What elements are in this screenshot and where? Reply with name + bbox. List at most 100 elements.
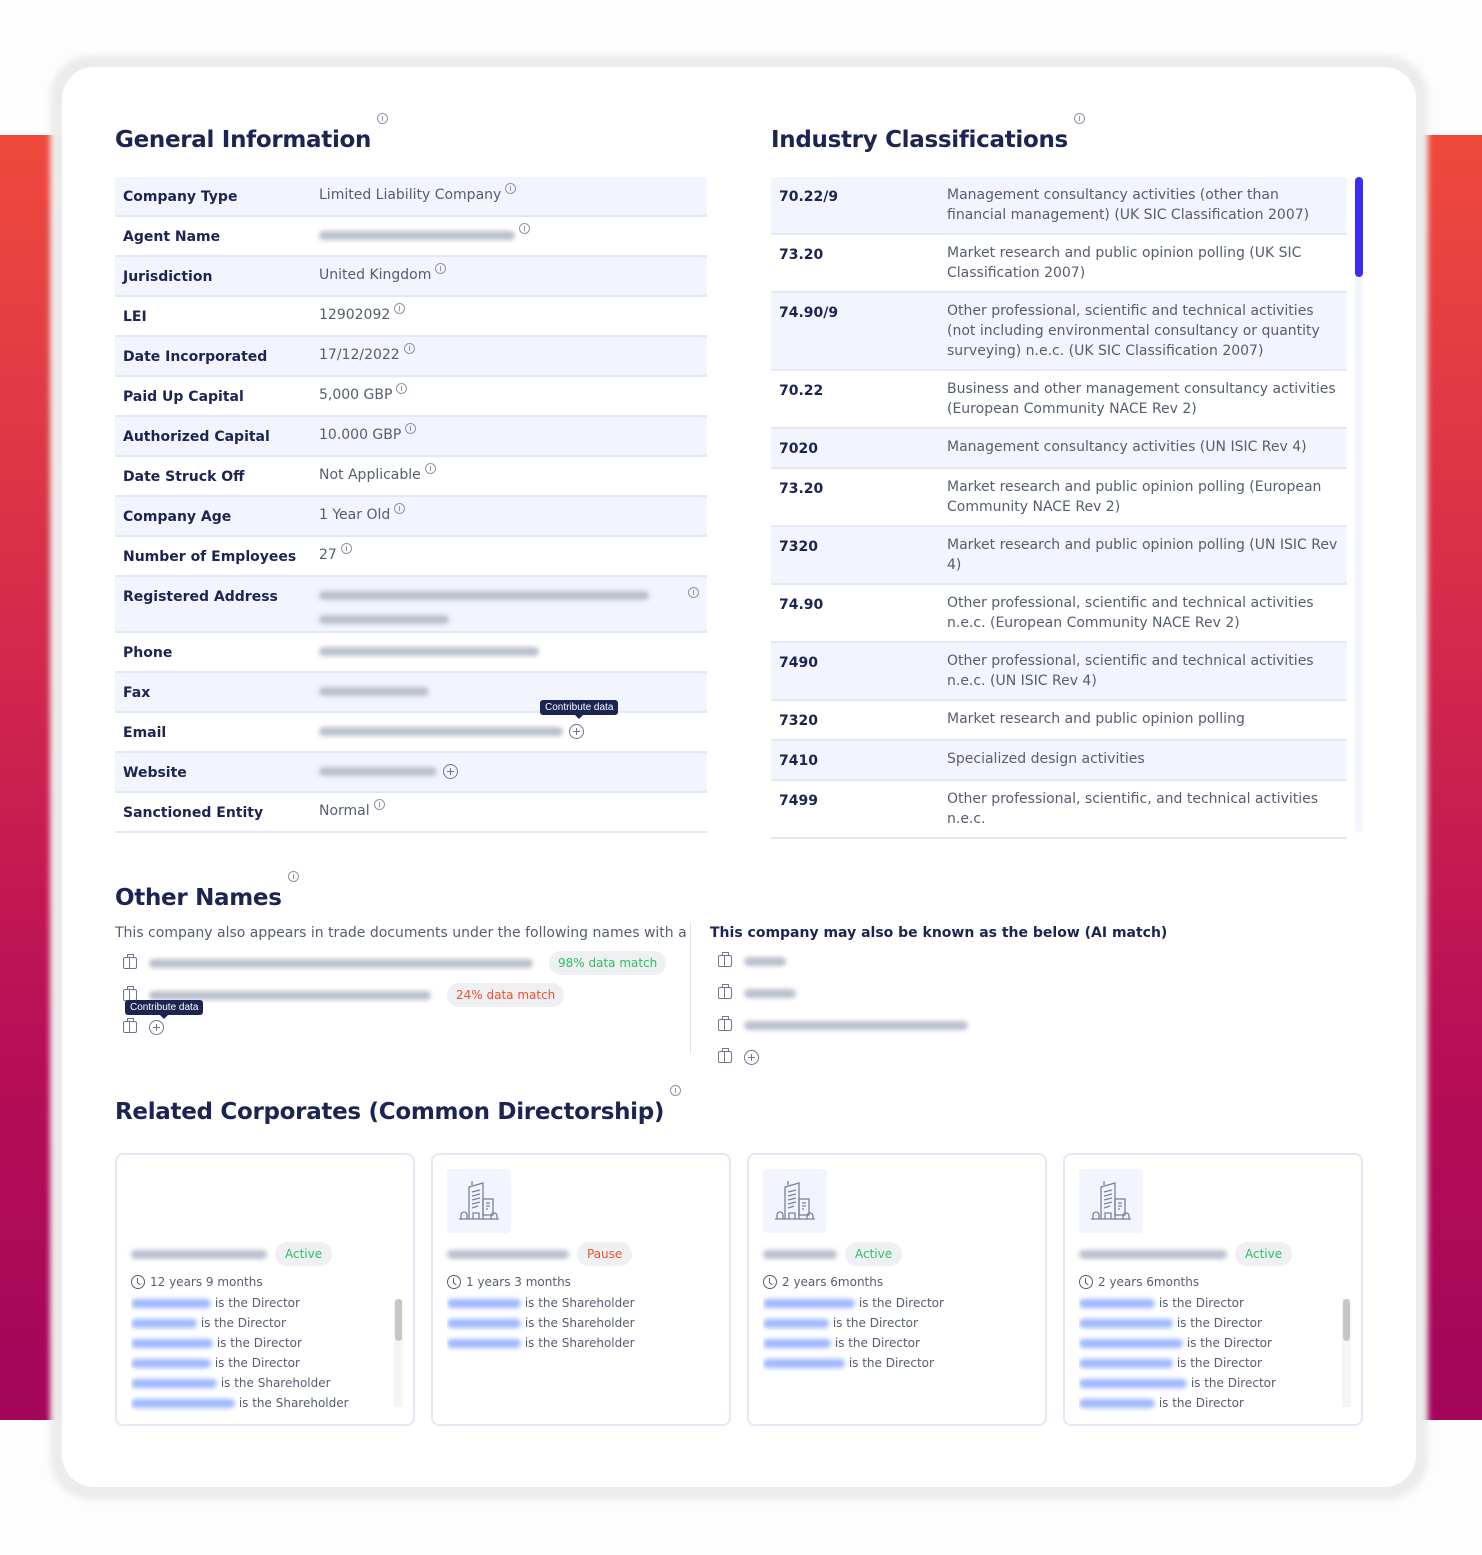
value-text: 1 Year Old — [319, 507, 391, 523]
info-icon[interactable] — [688, 587, 699, 598]
row-label: Date Incorporated — [123, 349, 268, 365]
info-icon[interactable] — [424, 463, 436, 474]
classification-row: 70.22/9 Management consultancy activities… — [771, 177, 1347, 235]
related-corporates-list: Active 12 years 9 months is the Director … — [115, 1153, 1363, 1426]
divider — [690, 922, 691, 1054]
classification-row: 74.90 Other professional, scientific and … — [771, 585, 1347, 643]
info-icon[interactable] — [373, 799, 385, 810]
status-badge: Active — [845, 1242, 903, 1266]
contribute-data-button[interactable] — [149, 1019, 164, 1035]
trade-names-list: 98% data match 24% data match Contribute d… — [115, 947, 675, 1043]
info-icon[interactable] — [287, 871, 299, 882]
industry-heading: Industry Classifications — [771, 113, 1085, 153]
classification-description: Management consultancy activities (UN IS… — [947, 439, 1307, 455]
value-text: Normal — [319, 803, 370, 819]
people-scrollbar[interactable] — [394, 1299, 403, 1407]
classification-description: Market research and public opinion polli… — [947, 711, 1245, 727]
contribute-data-button[interactable] — [443, 763, 458, 779]
redacted-text — [319, 686, 429, 696]
redacted-text — [744, 988, 796, 998]
redacted-text — [131, 1379, 217, 1388]
row-label: Website — [123, 765, 187, 781]
person-item: is the Director — [763, 1333, 1031, 1353]
info-icon[interactable] — [405, 423, 417, 434]
people-list: is the Shareholder is the Shareholder is… — [447, 1293, 715, 1413]
person-item: is the Shareholder — [447, 1313, 715, 1333]
redacted-text — [1079, 1379, 1187, 1388]
value-text: United Kingdom — [319, 267, 432, 283]
value-text: 27 — [319, 547, 337, 563]
classification-description: Market research and public opinion polli… — [947, 537, 1338, 573]
contribute-data-button[interactable] — [744, 1049, 759, 1065]
info-icon[interactable] — [519, 223, 530, 234]
info-icon[interactable] — [396, 383, 408, 394]
classification-code: 73.20 — [779, 481, 824, 497]
trade-name-item: 98% data match — [115, 947, 675, 979]
person-role: is the Director — [831, 1336, 920, 1350]
classification-code: 73.20 — [779, 247, 824, 263]
value-text: 12902092 — [319, 307, 391, 323]
info-row: Agent Name — [115, 217, 707, 257]
briefcase-icon — [123, 1018, 137, 1033]
scrollbar-thumb[interactable] — [395, 1299, 402, 1341]
people-scrollbar[interactable] — [1342, 1299, 1351, 1407]
info-row: Sanctioned Entity Normal — [115, 793, 707, 833]
contribute-data-button[interactable] — [569, 723, 584, 739]
redacted-text — [131, 1249, 267, 1259]
row-label: Paid Up Capital — [123, 389, 244, 405]
other-names-heading: Other Names — [115, 871, 299, 911]
classification-code: 7020 — [779, 441, 818, 457]
person-role: is the Director — [213, 1336, 302, 1350]
corporate-header: Pause — [447, 1241, 715, 1267]
redacted-text — [319, 726, 563, 736]
classification-row: 7320 Market research and public opinion p… — [771, 527, 1347, 585]
person-item: is the Shareholder — [131, 1373, 399, 1393]
corporate-age: 2 years 6months — [763, 1275, 1031, 1289]
person-role: is the Director — [1187, 1376, 1276, 1390]
clock-icon — [131, 1275, 145, 1289]
info-icon[interactable] — [394, 303, 406, 314]
info-icon[interactable] — [670, 1085, 682, 1096]
clock-icon — [447, 1275, 461, 1289]
related-corporate-card[interactable]: Active 2 years 6months is the Director is… — [747, 1153, 1047, 1426]
scrollbar-thumb[interactable] — [1343, 1299, 1350, 1341]
info-icon[interactable] — [1073, 113, 1085, 124]
info-row: LEI 12902092 — [115, 297, 707, 337]
industry-scrollbar[interactable] — [1355, 177, 1363, 833]
clock-icon — [763, 1275, 777, 1289]
info-icon[interactable] — [394, 503, 406, 514]
person-item: is the Director — [131, 1353, 399, 1373]
classification-code: 7320 — [779, 713, 818, 729]
row-value: Limited Liability Company — [319, 183, 707, 203]
related-corporate-card[interactable]: Active 2 years 6months is the Director is… — [1063, 1153, 1363, 1426]
info-icon[interactable] — [340, 543, 352, 554]
redacted-text — [763, 1249, 837, 1259]
related-corporate-card[interactable]: Pause 1 years 3 months is the Shareholder… — [431, 1153, 731, 1426]
classification-code: 7499 — [779, 793, 818, 809]
row-value — [319, 643, 707, 659]
clock-icon — [1079, 1275, 1093, 1289]
scrollbar-thumb[interactable] — [1355, 177, 1363, 277]
redacted-text — [131, 1359, 211, 1368]
info-icon[interactable] — [505, 183, 517, 194]
classification-row: 7499 Other professional, scientific, and … — [771, 781, 1347, 839]
redacted-text — [319, 646, 539, 656]
redacted-text — [447, 1339, 521, 1348]
value-text: 10.000 GBP — [319, 427, 402, 443]
person-item: is the Director — [1079, 1353, 1347, 1373]
status-badge: Active — [275, 1242, 333, 1266]
row-value: United Kingdom — [319, 263, 707, 283]
status-badge: Active — [1235, 1242, 1293, 1266]
company-profile-card: General Information Company Type Limited … — [62, 67, 1416, 1487]
redacted-text — [319, 766, 437, 776]
person-role: is the Shareholder — [217, 1376, 331, 1390]
related-corporate-card[interactable]: Active 12 years 9 months is the Director … — [115, 1153, 415, 1426]
age-text: 2 years 6months — [782, 1275, 884, 1289]
info-icon[interactable] — [377, 113, 389, 124]
row-value: Normal — [319, 799, 707, 819]
classification-row: 7320 Market research and public opinion p… — [771, 701, 1347, 741]
person-item: is the Director — [763, 1313, 1031, 1333]
info-icon[interactable] — [435, 263, 447, 274]
info-icon[interactable] — [403, 343, 415, 354]
person-role: is the Shareholder — [521, 1336, 635, 1350]
